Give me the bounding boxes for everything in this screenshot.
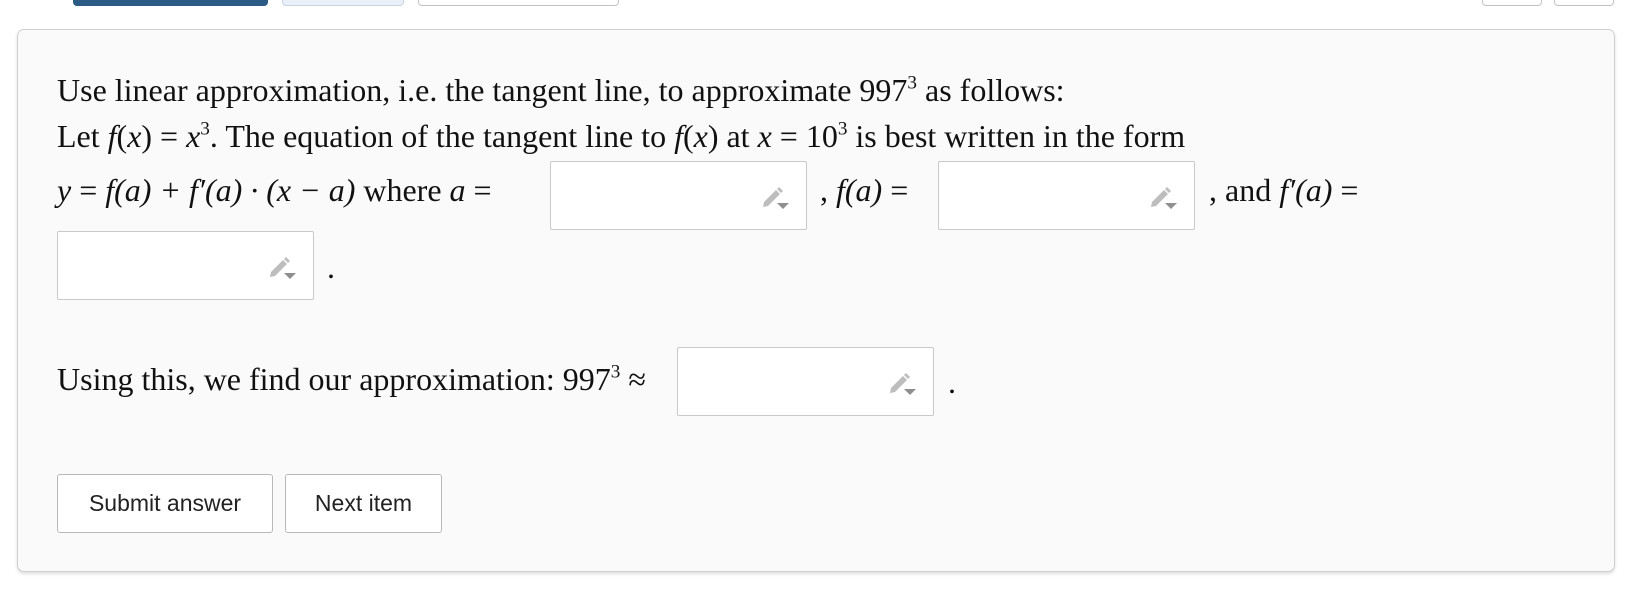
- question-line-3: y = f(a) + f′(a) · (x − a) where a =: [57, 170, 492, 210]
- pencil-dropdown-icon[interactable]: [760, 183, 790, 211]
- fa-label: , f(a) =: [820, 170, 908, 210]
- question-line-1: Use linear approximation, i.e. the tange…: [57, 70, 1065, 110]
- question-text-tail: as follows:: [917, 72, 1065, 108]
- period-text: .: [327, 249, 335, 285]
- math-fprime-a: f′(a): [1279, 172, 1333, 208]
- math-form: (a) +: [114, 172, 190, 208]
- toolbar-primary-button[interactable]: [73, 0, 268, 6]
- answer-input-approximation[interactable]: [677, 347, 934, 416]
- approx-symbol: ≈: [620, 361, 646, 397]
- answer-input-fprime-a[interactable]: [57, 231, 314, 300]
- math-x: x: [757, 118, 772, 154]
- exponent: 3: [610, 361, 621, 383]
- answer-input-fa[interactable]: [938, 161, 1195, 230]
- period-text: .: [948, 364, 956, 400]
- math-f: f: [105, 172, 115, 208]
- pencil-dropdown-icon[interactable]: [1148, 183, 1178, 211]
- question-line-2: Let f(x) = x3. The equation of the tange…: [57, 118, 1186, 154]
- math-x: x: [693, 118, 708, 154]
- toolbar-right-button-1[interactable]: [1482, 0, 1542, 6]
- math-x: x: [186, 118, 201, 154]
- period: .: [327, 247, 335, 287]
- exponent: 3: [837, 118, 848, 140]
- at-text: at: [718, 118, 758, 154]
- math-y: y: [57, 172, 72, 208]
- math-a: a: [449, 172, 466, 208]
- toolbar-outline-button[interactable]: [418, 0, 619, 6]
- pencil-dropdown-icon[interactable]: [887, 369, 917, 397]
- math-f: f: [107, 118, 117, 154]
- math-x: x: [127, 118, 142, 154]
- question-text-mid: . The equation of the tangent line to: [209, 118, 675, 154]
- next-item-button[interactable]: Next item: [285, 474, 442, 533]
- fpa-label: , and f′(a) =: [1209, 170, 1358, 210]
- math-eq: =: [1332, 172, 1359, 208]
- math-value: = 10: [771, 118, 838, 154]
- and-text: , and: [1209, 172, 1280, 208]
- math-eq: =: [882, 172, 909, 208]
- math-f: f: [674, 118, 683, 154]
- math-eq: =: [465, 172, 492, 208]
- toolbar-right-button-2[interactable]: [1554, 0, 1614, 6]
- where-text: where: [355, 172, 450, 208]
- math-fprime: f′: [189, 172, 205, 208]
- math-form: (a) · (x − a): [204, 172, 356, 208]
- question-text-tail: is best written in the form: [847, 118, 1186, 154]
- let-text: Let: [57, 118, 108, 154]
- submit-answer-button[interactable]: Submit answer: [57, 474, 273, 533]
- approximation-line: Using this, we find our approximation: 9…: [57, 359, 646, 399]
- exponent: 3: [907, 72, 918, 94]
- question-text: Use linear approximation, i.e. the tange…: [57, 72, 908, 108]
- math-eq: =: [71, 172, 106, 208]
- answer-input-a[interactable]: [550, 161, 807, 230]
- exponent: 3: [200, 118, 210, 140]
- comma: ,: [820, 172, 828, 208]
- math-fa: f(a): [836, 172, 883, 208]
- toolbar-secondary-button[interactable]: [282, 0, 404, 6]
- pencil-dropdown-icon[interactable]: [267, 253, 297, 281]
- approximation-text: Using this, we find our approximation: 9…: [57, 361, 611, 397]
- period: .: [948, 362, 956, 402]
